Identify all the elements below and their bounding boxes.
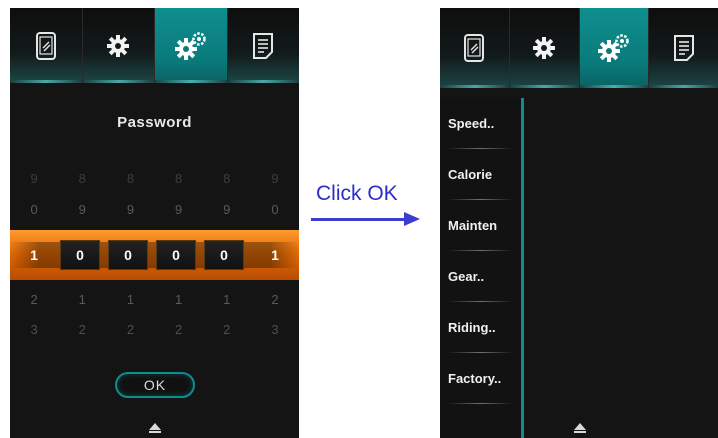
menu-item-speed[interactable]: Speed.. xyxy=(440,98,521,149)
gear-icon xyxy=(533,37,556,59)
tab-device[interactable] xyxy=(10,8,83,83)
gear-icon xyxy=(107,34,130,57)
tab-device[interactable] xyxy=(440,8,510,88)
annotation-label: Click OK xyxy=(316,182,398,205)
tab-settings[interactable] xyxy=(82,8,155,83)
menu-item-riding[interactable]: Riding.. xyxy=(440,302,521,353)
tab-bar xyxy=(440,8,718,88)
menu-item-calorie[interactable]: Calorie xyxy=(440,149,521,200)
tab-bar xyxy=(10,8,299,83)
digit-row-above[interactable]: 9 8 8 8 8 9 xyxy=(10,171,299,186)
gears-icon xyxy=(597,34,629,62)
password-screen: Password 9 8 8 8 8 9 0 9 9 9 9 0 1 0 0 0… xyxy=(10,8,299,438)
digit-row-prev[interactable]: 0 9 9 9 9 0 xyxy=(10,202,299,217)
phone-icon xyxy=(35,31,56,60)
password-selection-bar: 1 0 0 0 0 1 xyxy=(10,230,299,280)
tab-advanced-settings[interactable] xyxy=(155,8,228,83)
menu-item-factory[interactable]: Factory.. xyxy=(440,353,521,404)
password-digit-6[interactable]: 1 xyxy=(255,240,295,270)
up-arrow-icon[interactable] xyxy=(574,423,586,433)
arrow-right-icon xyxy=(404,212,420,226)
password-title: Password xyxy=(117,114,192,131)
digit-row-below[interactable]: 3 2 2 2 2 3 xyxy=(10,322,299,337)
tab-settings[interactable] xyxy=(509,8,580,88)
password-digit-1[interactable]: 1 xyxy=(14,240,54,270)
tab-advanced-settings[interactable] xyxy=(579,8,650,88)
document-icon xyxy=(673,35,694,61)
ok-button[interactable]: OK xyxy=(115,372,195,398)
digit-row-next[interactable]: 2 1 1 1 1 2 xyxy=(10,292,299,307)
annotation-arrow-line xyxy=(311,218,407,221)
settings-menu-screen: Speed.. Calorie Mainten Gear.. Riding.. … xyxy=(440,8,718,438)
menu-item-gear[interactable]: Gear.. xyxy=(440,251,521,302)
password-digit-3[interactable]: 0 xyxy=(108,240,148,270)
gears-icon xyxy=(174,31,206,60)
password-digit-2[interactable]: 0 xyxy=(60,240,100,270)
phone-icon xyxy=(464,34,485,62)
settings-menu-list: Speed.. Calorie Mainten Gear.. Riding.. … xyxy=(440,98,524,438)
password-digit-5[interactable]: 0 xyxy=(204,240,244,270)
tab-records[interactable] xyxy=(649,8,718,88)
document-icon xyxy=(253,32,274,59)
password-digit-4[interactable]: 0 xyxy=(156,240,196,270)
up-arrow-icon[interactable] xyxy=(149,423,161,433)
tab-records[interactable] xyxy=(227,8,299,83)
menu-item-maintenance[interactable]: Mainten xyxy=(440,200,521,251)
